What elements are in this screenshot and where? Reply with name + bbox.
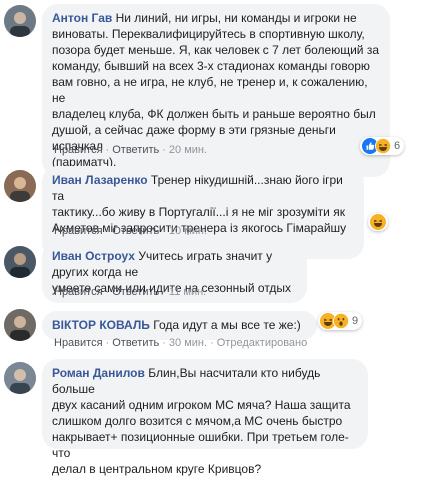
comment-text: Года идут а мы все те же:)	[153, 318, 301, 332]
comments-feed: Антон Гав Ни линий, ни игры, ни команды …	[0, 0, 435, 476]
reaction-summary[interactable]: 6	[360, 137, 405, 155]
reply-link[interactable]: Ответить	[112, 337, 159, 349]
comment-actions: Нравится · Ответить · 10 мин.	[54, 225, 207, 237]
comment-author[interactable]: Иван Лазаренко	[52, 173, 148, 187]
avatar[interactable]	[4, 362, 36, 394]
avatar[interactable]	[4, 309, 36, 341]
like-link[interactable]: Нравится	[54, 337, 103, 349]
comment-time[interactable]: 10 мин.	[169, 225, 207, 237]
avatar-photo	[4, 5, 36, 37]
wow-icon	[333, 313, 349, 329]
avatar-photo	[4, 309, 36, 341]
comment-actions: Нравится · Ответить · 30 мин. · Отредактирован…	[54, 337, 307, 349]
reaction-count: 6	[394, 140, 401, 152]
separator-dot: ·	[105, 337, 110, 349]
avatar[interactable]	[4, 170, 36, 202]
avatar[interactable]	[4, 246, 36, 278]
separator-dot: ·	[105, 286, 110, 298]
reply-link[interactable]: Ответить	[112, 225, 159, 237]
like-link[interactable]: Нравится	[54, 225, 103, 237]
avatar-photo	[4, 246, 36, 278]
comment-author[interactable]: Роман Данилов	[52, 366, 145, 380]
comment-bubble: ВІКТОР КОВАЛЬ Года идут а мы все те же:)	[42, 311, 317, 340]
separator-dot: ·	[162, 144, 166, 156]
comment-time[interactable]: 11 мин.	[169, 286, 206, 298]
separator-dot: ·	[105, 144, 110, 156]
comment-author[interactable]: Антон Гав	[52, 11, 112, 25]
reply-link[interactable]: Ответить	[112, 286, 159, 298]
separator-dot: ·	[162, 286, 166, 298]
avatar-photo	[4, 362, 36, 394]
separator-dot: ·	[105, 225, 110, 237]
reaction-summary[interactable]	[368, 213, 388, 231]
like-link[interactable]: Нравится	[54, 286, 103, 298]
reply-link[interactable]: Ответить	[112, 144, 159, 156]
comment-author[interactable]: ВІКТОР КОВАЛЬ	[52, 318, 150, 332]
comment-author[interactable]: Иван Остроух	[52, 249, 135, 263]
avatar-photo	[4, 170, 36, 202]
comment-time[interactable]: 30 мин.	[169, 337, 207, 349]
comment-text: Блин,Вы насчитали кто нибудь больше двух…	[52, 366, 351, 476]
edited-label[interactable]: Отредактировано	[217, 337, 308, 349]
separator-dot: ·	[162, 225, 166, 237]
haha-icon	[375, 138, 391, 154]
avatar[interactable]	[4, 5, 36, 37]
reaction-count: 9	[352, 315, 359, 327]
like-link[interactable]: Нравится	[54, 144, 103, 156]
comment-actions: Нравится · Ответить · 20 мин.	[54, 144, 207, 156]
comment-time[interactable]: 20 мин.	[169, 144, 207, 156]
haha-icon	[370, 214, 386, 230]
separator-dot: ·	[162, 337, 166, 349]
separator-dot: ·	[210, 337, 214, 349]
reaction-summary[interactable]: 9	[318, 312, 363, 330]
comment-actions: Нравится · Ответить · 11 мин.	[54, 286, 206, 298]
comment-bubble: Роман Данилов Блин,Вы насчитали кто нибу…	[42, 359, 368, 476]
